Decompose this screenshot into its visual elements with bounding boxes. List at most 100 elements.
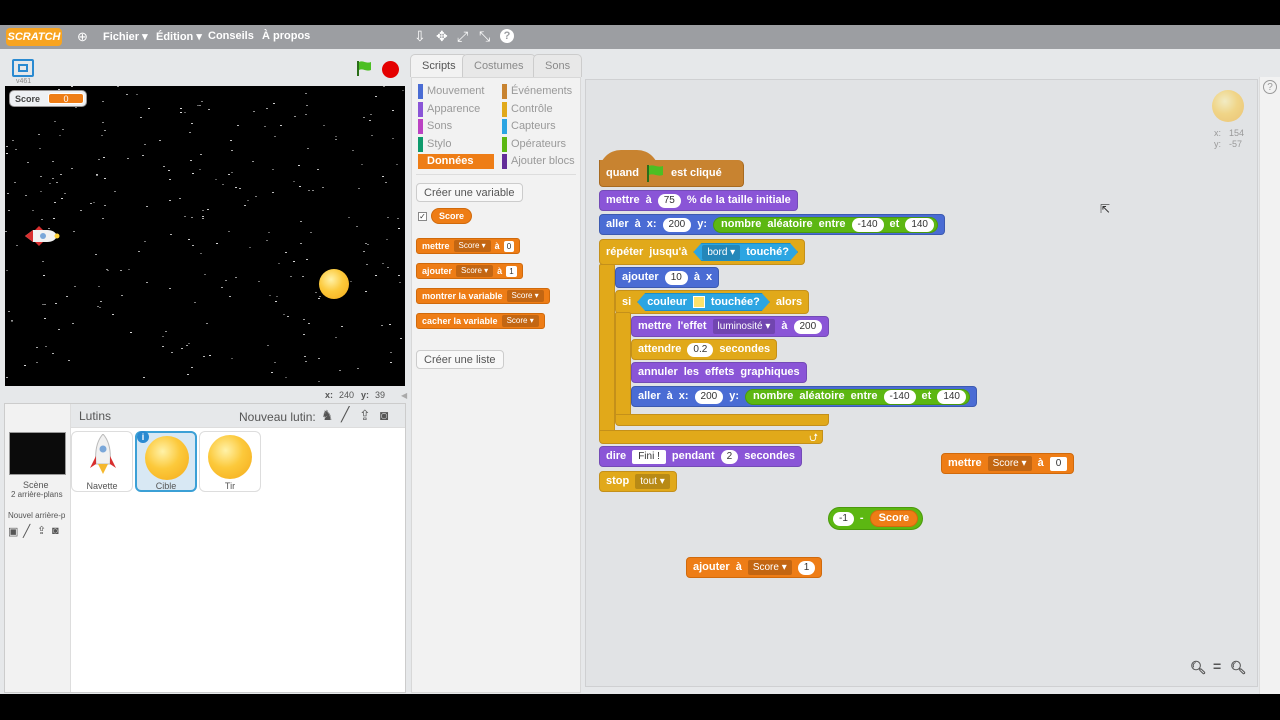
score-reporter: Score [869, 510, 919, 527]
category-swatch [502, 154, 507, 169]
target-sprite[interactable] [319, 269, 349, 299]
sprite-x-label: x: [1214, 128, 1222, 138]
variable-checkbox[interactable]: ✓ [418, 212, 427, 221]
collapse-stage-icon[interactable]: ◀ [401, 391, 407, 400]
scene-sublabel: 2 arrière-plans [11, 490, 63, 499]
if-then-block[interactable]: si couleur touchée? alors [615, 290, 810, 314]
category-apparence[interactable]: Apparence [418, 101, 481, 117]
category-swatch [502, 136, 507, 152]
help-strip [1259, 77, 1280, 694]
sprite-camera-icon[interactable]: ◙ [380, 407, 388, 423]
menu-edit[interactable]: Édition ▾ [156, 30, 202, 43]
new-sprite-label: Nouveau lutin: [239, 410, 316, 424]
loose-change-variable-block[interactable]: ajouteràScore1 [686, 557, 823, 578]
sprite-card-navette[interactable]: Navette [71, 431, 133, 492]
tab-sounds[interactable]: Sons [533, 54, 583, 77]
repeat-foot: ⮍ [599, 430, 823, 444]
category-stylo[interactable]: Stylo [418, 136, 451, 152]
variable-reporter-score[interactable]: Score [431, 208, 473, 224]
palette-change-variable-block[interactable]: ajouterScoreà1 [416, 263, 523, 279]
menu-file[interactable]: Fichier ▾ [103, 30, 148, 43]
stop-block[interactable]: stop tout [599, 471, 677, 492]
tab-costumes[interactable]: Costumes [462, 54, 536, 77]
category-swatch [502, 101, 507, 117]
category-contr-le[interactable]: Contrôle [502, 101, 553, 117]
shrink-icon[interactable]: ⤡ [479, 28, 490, 45]
zoom-out-icon[interactable]: 🔍︎ [1190, 660, 1207, 676]
scripts-area[interactable]: x: 154 y: -57 quand est cliqué mettre à 75… [585, 79, 1258, 687]
ball-thumb-icon [145, 436, 189, 480]
palette-set-variable-block[interactable]: mettreScoreà0 [416, 238, 521, 254]
set-effect-block[interactable]: mettrel'effetluminositéà200 [631, 316, 830, 337]
when-flag-clicked-block[interactable]: quand est cliqué [599, 160, 744, 187]
tips-help-icon[interactable]: ? [1263, 80, 1277, 94]
sprites-title: Lutins [79, 409, 112, 423]
scratch-logo[interactable]: SCRATCH [6, 28, 62, 46]
stop-icon[interactable] [382, 61, 399, 78]
score-monitor-label: Score [15, 94, 41, 104]
category-capteurs[interactable]: Capteurs [502, 119, 556, 134]
category-label: Sons [427, 120, 453, 132]
sprite-upload-icon[interactable]: ⇪ [359, 407, 371, 424]
category-label: Contrôle [511, 102, 553, 115]
rocket-thumb-icon [90, 434, 116, 474]
menu-tips[interactable]: Conseils [208, 30, 254, 42]
category-label: Apparence [427, 102, 481, 115]
loose-subtract-reporter[interactable]: -1- Score [828, 507, 924, 530]
globe-icon[interactable]: ⊕ [77, 29, 88, 45]
wait-block[interactable]: attendre 0.2 secondes [631, 339, 778, 360]
sprite-library-icon[interactable]: ♞ [321, 407, 334, 424]
category-sons[interactable]: Sons [418, 119, 452, 134]
loose-set-variable-block[interactable]: mettreScoreà0 [941, 453, 1075, 474]
goto-xy-block-2[interactable]: aller à x: 200 y: nombre aléatoire entre -140 et… [631, 386, 977, 407]
backdrop-paint-icon[interactable]: ▣ [8, 525, 18, 538]
goto-xy-block[interactable]: aller à x: 200 y: nombre aléatoire entre -140 et… [599, 214, 945, 235]
score-monitor: Score 0 [9, 90, 87, 107]
color-swatch[interactable] [693, 296, 705, 308]
set-size-block[interactable]: mettre à 75% de la taille initiale [599, 190, 798, 211]
category-swatch [502, 84, 507, 99]
category-op-rateurs[interactable]: Opérateurs [502, 136, 566, 152]
scene-thumbnail[interactable] [9, 432, 66, 475]
info-icon[interactable]: i [137, 431, 149, 443]
palette-divider [416, 174, 576, 175]
stage[interactable]: Score 0 [5, 86, 405, 386]
zoom-in-icon[interactable]: 🔍︎ [1230, 660, 1247, 676]
category-ajouter-blocs[interactable]: Ajouter blocs [502, 154, 575, 169]
mouse-y: 39 [375, 390, 386, 400]
category-mouvement[interactable]: Mouvement [418, 84, 484, 99]
random-reporter: nombre aléatoire entre -140 et 140 [713, 216, 938, 233]
category--v-nements[interactable]: Événements [502, 84, 572, 99]
sprite-draw-icon[interactable]: ╱ [341, 406, 349, 423]
menu-about[interactable]: À propos [262, 30, 310, 42]
palette-show-variable-block[interactable]: montrer la variable Score [416, 288, 550, 304]
backdrop-camera-icon[interactable]: ◙ [52, 525, 59, 537]
zoom-reset-icon[interactable]: = [1213, 658, 1221, 674]
category-donn-es[interactable]: Données [418, 154, 494, 169]
category-swatch [418, 154, 423, 169]
rocket-sprite[interactable] [21, 226, 61, 246]
touching-color-reporter: couleur touchée? [637, 293, 770, 311]
palette-hide-variable-block[interactable]: cacher la variable Score [416, 313, 545, 329]
change-x-block[interactable]: ajouter 10 à x [615, 267, 720, 288]
clear-effects-block[interactable]: annuler les effets graphiques [631, 362, 807, 383]
say-for-secs-block[interactable]: dire Fini ! pendant 2 secondes [599, 446, 802, 467]
backdrop-upload-icon[interactable]: ⇪ [37, 524, 46, 537]
category-swatch [502, 119, 507, 134]
grow-icon[interactable]: ⤢ [457, 28, 468, 45]
sprite-card-tir[interactable]: Tir [199, 431, 261, 492]
create-list-button[interactable]: Créer une liste [416, 350, 504, 369]
help-icon[interactable]: ? [500, 29, 514, 43]
green-flag-icon[interactable] [356, 60, 372, 76]
fullscreen-icon[interactable] [12, 59, 34, 77]
repeat-until-block[interactable]: répéterjusqu'à bordtouché? [599, 239, 805, 265]
mouse-cursor-icon: ⇱ [1100, 202, 1111, 216]
cut-icon[interactable]: ✥ [436, 28, 448, 45]
create-variable-button[interactable]: Créer une variable [416, 183, 523, 202]
sprites-header [71, 404, 405, 428]
tab-scripts[interactable]: Scripts [410, 54, 468, 77]
backdrop-draw-icon[interactable]: ╱ [23, 524, 30, 538]
duplicate-icon[interactable]: ⇩ [414, 28, 426, 45]
loop-arrow-icon: ⮍ [809, 432, 818, 444]
sprite-card-cible[interactable]: i Cible [135, 431, 197, 492]
